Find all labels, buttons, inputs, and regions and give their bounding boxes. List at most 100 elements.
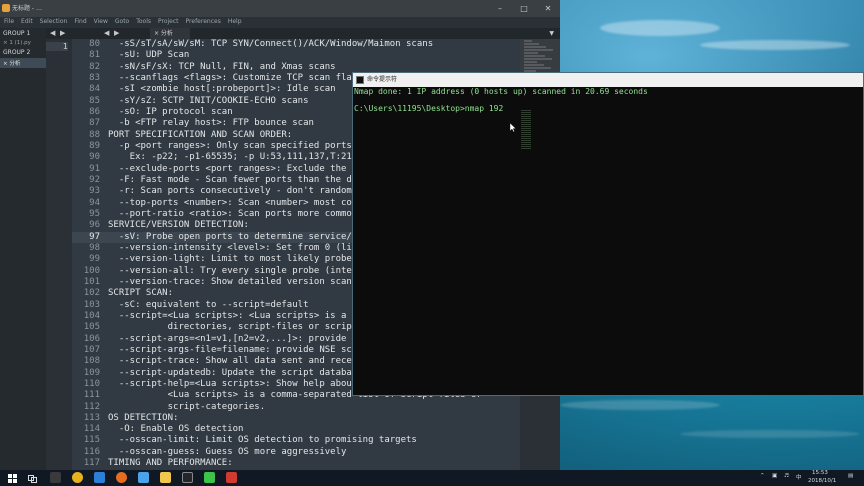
line-number: 101 [83, 276, 100, 287]
line-number: 99 [89, 254, 100, 265]
cmd-taskbar-icon[interactable] [182, 472, 193, 483]
line-number: 90 [89, 152, 100, 163]
code-text: SERVICE/VERSION DETECTION: [108, 220, 249, 231]
line-number: 116 [83, 446, 100, 457]
sublime-app-icon [2, 4, 10, 12]
menu-edit[interactable]: Edit [21, 18, 33, 25]
line-number: 102 [83, 288, 100, 299]
code-text: --script-trace: Show all data sent and r… [108, 356, 374, 367]
ime-icon[interactable]: 中 [796, 473, 802, 481]
file-explorer-icon[interactable] [160, 472, 171, 483]
tab-scroll-left-icon[interactable]: ◀ [104, 28, 109, 39]
editor-title: 无标题 - … [12, 5, 42, 12]
sidebar-group-1: GROUP 1 [3, 30, 31, 37]
code-line: 112 script-categories. [72, 402, 520, 413]
cmd-output-line: Nmap done: 1 IP address (0 hosts up) sca… [354, 87, 648, 96]
chrome-icon[interactable] [72, 472, 83, 483]
menu-view[interactable]: View [94, 18, 108, 25]
app-icon[interactable] [138, 472, 149, 483]
line-number: 110 [83, 378, 100, 389]
menu-project[interactable]: Project [158, 18, 179, 25]
close-button[interactable]: ✕ [536, 0, 560, 17]
line-number: 91 [89, 163, 100, 174]
line-number: 1 [46, 42, 68, 51]
tab-analysis[interactable]: × 分析 [150, 28, 190, 39]
cmd-titlebar: 命令提示符 [353, 73, 863, 87]
firefox-icon[interactable] [116, 472, 127, 483]
line-number: 114 [83, 424, 100, 435]
code-text: script-categories. [108, 401, 266, 412]
task-view-icon[interactable] [28, 474, 37, 483]
sidebar-group-2: GROUP 2 [3, 49, 31, 56]
line-number: 117 [83, 458, 100, 469]
code-line: 115 --osscan-limit: Limit OS detection t… [72, 435, 520, 446]
line-number: 115 [83, 435, 100, 446]
line-number: 111 [83, 390, 100, 401]
line-number: 93 [89, 186, 100, 197]
sublime-taskbar-icon[interactable] [50, 472, 61, 483]
wallpaper-wave [560, 400, 720, 410]
tab-scroll-right-icon[interactable]: ▶ [114, 28, 119, 39]
line-number: 92 [89, 174, 100, 185]
sidebar-item-file[interactable]: × 分析 [0, 58, 46, 68]
tray-arrow-icon[interactable]: ⌃ [760, 473, 765, 479]
menu-file[interactable]: File [4, 18, 14, 25]
tab-scroll-left-icon[interactable]: ◀ [50, 28, 55, 39]
tab-scroll-right-icon[interactable]: ▶ [60, 28, 65, 39]
cmd-scrollback-preview [521, 109, 531, 169]
code-text: --osscan-limit: Limit OS detection to pr… [108, 435, 417, 446]
line-number: 82 [89, 61, 100, 72]
code-line: 114 -O: Enable OS detection [72, 424, 520, 435]
menu-help[interactable]: Help [228, 18, 242, 25]
cmd-title: 命令提示符 [367, 76, 398, 83]
code-text: PORT SPECIFICATION AND SCAN ORDER: [108, 129, 293, 140]
volume-icon[interactable]: ♬ [784, 473, 789, 479]
sidebar-item-file[interactable]: × 1 (1).py [0, 39, 46, 47]
network-icon[interactable]: ▣ [772, 473, 777, 479]
tab-bar: ◀ ▶ ◀ ▶ × 分析 ▼ [46, 28, 560, 39]
menu-tools[interactable]: Tools [136, 18, 151, 25]
menu-find[interactable]: Find [74, 18, 86, 25]
windows-start-icon[interactable] [8, 474, 17, 483]
code-text: --scanflags <flags>: Customize TCP scan … [108, 72, 363, 83]
line-number: 84 [89, 84, 100, 95]
code-text: -sY/sZ: SCTP INIT/COOKIE-ECHO scans [108, 95, 309, 106]
wallpaper-wave [600, 20, 720, 36]
code-text: -p <port ranges>: Only scan specified po… [108, 140, 352, 151]
code-text: OS DETECTION: [108, 412, 179, 423]
cmd-icon [356, 76, 364, 84]
store-icon[interactable] [94, 472, 105, 483]
cmd-prompt-line: C:\Users\11195\Desktop>nmap 192 [354, 104, 504, 113]
menu-bar: File Edit Selection Find View Goto Tools Projec… [0, 17, 560, 26]
maximize-button[interactable]: □ [512, 0, 536, 17]
minimize-button[interactable]: – [488, 0, 512, 17]
clock-date[interactable]: 2018/10/1 [808, 478, 836, 484]
cmd-console[interactable]: Nmap done: 1 IP address (0 hosts up) sca… [353, 87, 863, 395]
line-number: 109 [83, 367, 100, 378]
line-number: 94 [89, 197, 100, 208]
code-text: -sC: equivalent to --script=default [108, 299, 309, 310]
code-line: 116 --osscan-guess: Guess OS more aggres… [72, 447, 520, 458]
line-number: 104 [83, 310, 100, 321]
line-number: 87 [89, 118, 100, 129]
wallpaper-wave [680, 430, 860, 438]
code-line: 80 -sS/sT/sA/sW/sM: TCP SYN/Connect()/AC… [72, 39, 520, 50]
line-number: 80 [89, 39, 100, 49]
app-icon[interactable] [226, 472, 237, 483]
tab-dropdown-icon[interactable]: ▼ [549, 28, 554, 39]
code-text: -b <FTP relay host>: FTP bounce scan [108, 118, 314, 129]
editor-titlebar: 无标题 - … – □ ✕ [0, 0, 560, 17]
menu-goto[interactable]: Goto [115, 18, 129, 25]
code-text: -sS/sT/sA/sW/sM: TCP SYN/Connect()/ACK/W… [108, 39, 434, 49]
code-line: 117 TIMING AND PERFORMANCE: [72, 458, 520, 469]
menu-selection[interactable]: Selection [40, 18, 68, 25]
code-text: SCRIPT SCAN: [108, 288, 174, 299]
menu-preferences[interactable]: Preferences [186, 18, 221, 25]
app-icon[interactable] [204, 472, 215, 483]
code-text: -sI <zombie host[:probeport]>: Idle scan [108, 84, 336, 95]
clock-time[interactable]: 15:53 [812, 470, 828, 476]
notification-icon[interactable]: ▤ [848, 473, 853, 479]
command-prompt-window[interactable]: 命令提示符 Nmap done: 1 IP address (0 hosts u… [352, 72, 864, 396]
sidebar: GROUP 1 × 1 (1).py GROUP 2 × 分析 [0, 28, 46, 470]
line-number: 108 [83, 356, 100, 367]
